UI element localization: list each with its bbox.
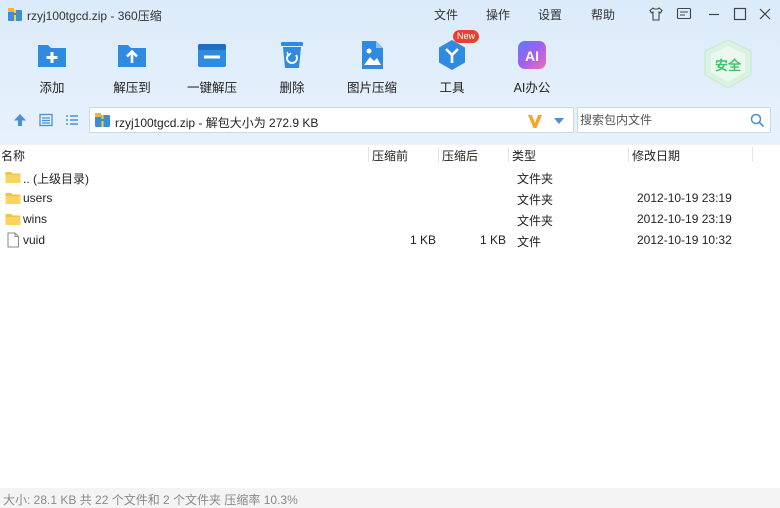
row-size-before: 1 KB [409,233,436,247]
extract-to-label: 解压到 [113,81,151,95]
v-logo-icon[interactable] [527,113,543,129]
thumbnail-view-icon[interactable] [38,112,54,128]
app-window: rzyj100tgcd.zip - 360压缩 文件 操作 设置 帮助 添加 解… [0,0,780,508]
column-name[interactable]: 名称 [1,147,25,164]
svg-text:AI: AI [525,48,539,64]
file-list: 名称 压缩前 压缩后 类型 修改日期 .. (上级目录) 文件夹 users 文… [0,145,780,488]
folder-icon [5,214,21,225]
row-modified: 2012-10-19 10:32 [637,233,732,247]
search-box [577,107,771,133]
column-compressed-before[interactable]: 压缩前 [372,147,408,164]
row-type: 文件夹 [517,193,554,207]
safe-label: 安全 [714,58,741,73]
list-view-icon[interactable] [64,112,80,128]
tools-icon [439,40,465,70]
menu-operation[interactable]: 操作 [486,6,510,23]
table-row[interactable]: .. (上级目录) 文件夹 [0,167,760,188]
menu-help[interactable]: 帮助 [591,6,615,23]
column-divider[interactable] [438,147,439,162]
image-compress-icon [362,41,383,69]
delete-button[interactable]: 删除 [252,38,332,98]
minimize-icon[interactable] [706,6,722,22]
image-compress-button[interactable]: 图片压缩 [332,38,412,98]
row-type: 文件夹 [517,214,554,228]
up-arrow-icon[interactable] [12,112,28,128]
table-row[interactable]: vuid 1 KB 1 KB 文件 2012-10-19 10:32 [0,230,760,251]
window-title: rzyj100tgcd.zip - 360压缩 [27,9,162,23]
ai-office-button[interactable]: AI AI办公 [492,38,572,98]
address-row: rzyj100tgcd.zip - 解包大小为 272.9 KB [0,104,780,136]
safe-shield-badge[interactable]: 安全 [699,38,757,90]
status-text: 大小: 28.1 KB 共 22 个文件和 2 个文件夹 压缩率 10.3% [3,493,298,507]
row-size-after: 1 KB [479,233,506,247]
delete-icon [281,42,303,68]
search-input[interactable] [580,111,745,129]
ai-office-label: AI办公 [513,81,551,95]
list-header: 名称 压缩前 压缩后 类型 修改日期 [0,145,780,165]
column-compressed-after[interactable]: 压缩后 [442,147,478,164]
add-button[interactable]: 添加 [12,38,92,98]
row-name: vuid [23,233,46,247]
row-modified: 2012-10-19 23:19 [637,191,732,205]
delete-label: 删除 [279,81,305,95]
search-icon[interactable] [750,113,765,128]
feedback-icon[interactable] [676,6,692,22]
maximize-icon[interactable] [732,6,748,22]
one-click-extract-button[interactable]: 一键解压 [172,38,252,98]
tools-button[interactable]: 工具 [412,38,492,98]
one-click-extract-icon [198,44,226,67]
ai-office-icon: AI [518,41,546,69]
menu-file[interactable]: 文件 [434,6,458,23]
tools-label: 工具 [439,81,465,95]
row-name: users [23,191,53,205]
add-icon [38,45,66,67]
row-name: wins [23,212,48,226]
skin-shirt-icon[interactable] [648,6,664,22]
table-row[interactable]: users 文件夹 2012-10-19 23:19 [0,188,760,209]
column-divider[interactable] [368,147,369,162]
close-icon[interactable] [757,6,773,22]
zip-file-icon [95,113,110,127]
row-type: 文件夹 [517,172,554,186]
extract-to-icon [118,45,146,67]
archive-app-icon [8,8,22,21]
title-bar: rzyj100tgcd.zip - 360压缩 文件 操作 设置 帮助 [0,0,780,30]
row-modified: 2012-10-19 23:19 [637,212,732,226]
column-modified[interactable]: 修改日期 [632,147,680,164]
image-compress-label: 图片压缩 [346,81,397,95]
column-divider[interactable] [752,147,753,162]
folder-icon [5,172,21,183]
new-badge: New [453,30,480,43]
folder-icon [5,193,21,204]
address-bar[interactable]: rzyj100tgcd.zip - 解包大小为 272.9 KB [89,107,574,133]
column-type[interactable]: 类型 [512,147,536,164]
row-name: .. (上级目录) [23,172,89,186]
column-divider[interactable] [628,147,629,162]
column-divider[interactable] [508,147,509,162]
status-bar: 大小: 28.1 KB 共 22 个文件和 2 个文件夹 压缩率 10.3% [0,488,780,508]
address-text: rzyj100tgcd.zip - 解包大小为 272.9 KB [115,116,319,130]
file-icon [7,232,19,248]
menu-settings[interactable]: 设置 [538,6,562,23]
add-label: 添加 [39,81,65,95]
table-row[interactable]: wins 文件夹 2012-10-19 23:19 [0,209,760,230]
row-type: 文件 [517,235,542,249]
dropdown-arrow-icon[interactable] [553,116,565,126]
extract-to-button[interactable]: 解压到 [92,38,172,98]
one-click-extract-label: 一键解压 [186,81,237,95]
main-toolbar: 添加 解压到 一键解压 删除 图片压缩 工具 New AI AI办公 安全 [0,30,780,102]
